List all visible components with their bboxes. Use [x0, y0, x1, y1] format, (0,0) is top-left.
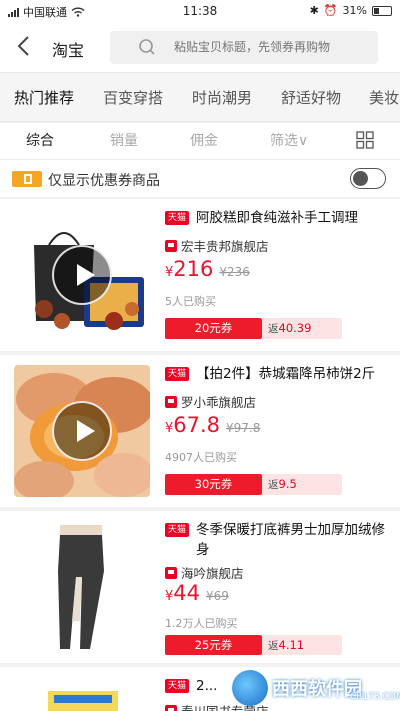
- watermark-logo: [232, 670, 268, 706]
- battery-icon: [372, 5, 392, 16]
- product-card[interactable]: 天猫 【拍2件】恭城霜降吊柿饼2斤 罗小乖旗舰店 ¥67.8 ¥97.8 490…: [0, 355, 400, 507]
- product-card[interactable]: 天猫 冬季保暖打底裤男士加厚加绒修身 海吟旗舰店 ¥44 ¥69 1.2万人已购…: [0, 511, 400, 663]
- status-right: ✱ ⏰ 31%: [310, 4, 392, 17]
- search-input[interactable]: [174, 31, 374, 64]
- price-row: ¥67.8 ¥97.8: [165, 413, 260, 437]
- watermark-text: 西西软件园: [272, 679, 362, 700]
- tmall-badge: 天猫: [165, 523, 190, 537]
- coupon-filter-label: 仅显示优惠券商品: [48, 173, 160, 189]
- category-tabs: 热门推荐 百变穿搭 时尚潮男 舒适好物 美妆: [0, 72, 400, 122]
- watermark: 西西软件园 CR173.COM: [232, 668, 400, 708]
- product-title[interactable]: 【拍2件】恭城霜降吊柿饼2斤: [196, 364, 386, 384]
- sort-comprehensive[interactable]: 综合: [26, 123, 54, 159]
- coupon-tag[interactable]: 25元券: [165, 635, 262, 655]
- tab-outfit[interactable]: 百变穿搭: [103, 73, 163, 121]
- play-video-icon[interactable]: [52, 245, 112, 305]
- shop-name: 宏丰贵邦旗舰店: [181, 239, 269, 254]
- tab-hot[interactable]: 热门推荐: [14, 73, 74, 121]
- shop-row[interactable]: 海吟旗舰店: [165, 563, 244, 582]
- sort-filter[interactable]: 筛选∨: [270, 123, 308, 159]
- page-title: 淘宝: [52, 41, 85, 60]
- sort-sales[interactable]: 销量: [110, 123, 138, 159]
- price-row: ¥44 ¥69: [165, 581, 229, 605]
- price-row: ¥216 ¥236: [165, 257, 250, 281]
- product-image[interactable]: [14, 209, 150, 341]
- tab-comfort[interactable]: 舒适好物: [281, 73, 341, 121]
- shop-icon: [165, 395, 177, 408]
- sold-count: 5人已购买: [165, 295, 216, 308]
- tmall-badge: 天猫: [165, 679, 190, 693]
- coupon-filter-toggle[interactable]: [350, 168, 386, 189]
- chevron-left-icon[interactable]: [14, 34, 38, 60]
- shop-icon: [165, 239, 177, 252]
- shop-row[interactable]: 宏丰贵邦旗舰店: [165, 236, 269, 255]
- product-image[interactable]: [14, 521, 150, 653]
- play-video-icon[interactable]: [52, 401, 112, 461]
- product-title[interactable]: 冬季保暖打底裤男士加厚加绒修身: [196, 520, 386, 560]
- battery-label: 31%: [342, 4, 367, 17]
- watermark-sub: CR173.COM: [350, 692, 400, 702]
- product-card[interactable]: 天猫 阿胶糕即食纯滋补手工调理 宏丰贵邦旗舰店 ¥216 ¥236 5人已购买 …: [0, 199, 400, 351]
- tmall-badge: 天猫: [165, 367, 190, 381]
- price: ¥216: [165, 257, 214, 281]
- shop-name: 罗小乖旗舰店: [181, 395, 257, 410]
- price: ¥67.8: [165, 413, 221, 437]
- rebate-tag: 返40.39: [262, 318, 342, 339]
- product-title[interactable]: 阿胶糕即食纯滋补手工调理: [196, 208, 386, 228]
- tmall-badge: 天猫: [165, 211, 190, 225]
- shop-icon: [165, 566, 177, 579]
- shop-name: 海吟旗舰店: [181, 566, 244, 581]
- rebate-tag: 返9.5: [262, 474, 342, 495]
- shop-row[interactable]: 罗小乖旗舰店: [165, 392, 256, 411]
- original-price: ¥69: [206, 589, 229, 603]
- tab-men-fashion[interactable]: 时尚潮男: [192, 73, 252, 121]
- search-icon: [139, 39, 155, 55]
- rebate-tag: 返4.11: [262, 635, 342, 655]
- coupon-filter-bar: 仅显示优惠券商品: [0, 159, 400, 197]
- grid-view-icon[interactable]: [356, 131, 374, 149]
- coupon-tag[interactable]: 20元券: [165, 318, 262, 339]
- tab-beauty[interactable]: 美妆: [369, 73, 399, 121]
- status-bar: 中国联通 11:38 ✱ ⏰ 31%: [0, 0, 400, 22]
- product-photo-leggings: [14, 521, 150, 653]
- sort-commission[interactable]: 佣金: [190, 123, 218, 159]
- price: ¥44: [165, 581, 201, 605]
- product-image[interactable]: [14, 677, 150, 711]
- sort-bar: 综合 销量 佣金 筛选∨: [0, 123, 400, 159]
- search-box[interactable]: [110, 31, 378, 64]
- product-photo-book: [14, 677, 150, 711]
- alarm-icon: ⏰: [323, 4, 338, 17]
- shop-icon: [165, 704, 177, 711]
- original-price: ¥97.8: [226, 421, 261, 435]
- sold-count: 1.2万人已购买: [165, 617, 238, 630]
- coupon-icon: [12, 171, 42, 187]
- bluetooth-icon: ✱: [309, 4, 319, 17]
- nav-bar: 淘宝: [0, 22, 400, 72]
- coupon-tag[interactable]: 30元券: [165, 474, 262, 495]
- sold-count: 4907人已购买: [165, 451, 237, 464]
- original-price: ¥236: [219, 265, 250, 279]
- product-image[interactable]: [14, 365, 150, 497]
